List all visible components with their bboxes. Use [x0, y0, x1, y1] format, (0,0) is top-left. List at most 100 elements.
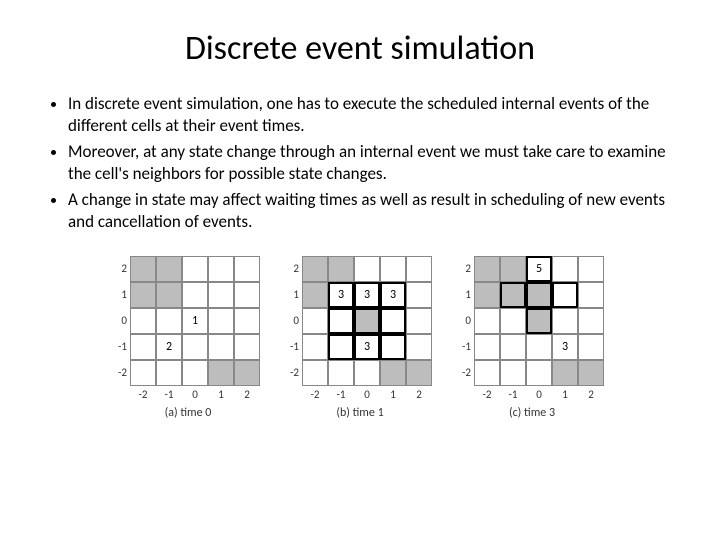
x-axis-label: -1 [328, 386, 354, 400]
grid-cell [526, 282, 552, 308]
grid-cell [234, 308, 260, 334]
grid-cell [328, 360, 354, 386]
grid-cell [208, 256, 234, 282]
grid-cell [380, 308, 406, 334]
grid-cell: 3 [552, 334, 578, 360]
grid-cell [552, 282, 578, 308]
grid-cell [234, 282, 260, 308]
x-axis-label: 0 [526, 386, 552, 400]
grid-cell [474, 334, 500, 360]
grid-cell: 2 [156, 334, 182, 360]
grid-cell [354, 256, 380, 282]
grid-cell [130, 308, 156, 334]
grid-cell [328, 334, 354, 360]
grid-cell [156, 256, 182, 282]
y-axis-label: -1 [288, 334, 302, 360]
grid-cell [208, 282, 234, 308]
grid-cell [474, 256, 500, 282]
grid-cell [302, 334, 328, 360]
grid-cell [406, 360, 432, 386]
grid-cell [578, 282, 604, 308]
grid-cell [328, 256, 354, 282]
grid: 213330-13-2-2-1012 [288, 256, 432, 400]
y-axis-label: 1 [116, 282, 130, 308]
grid-cell: 5 [526, 256, 552, 282]
grid-cell: 3 [354, 334, 380, 360]
grid-cell [130, 282, 156, 308]
grid-cell [182, 334, 208, 360]
panel-caption: (c) time 3 [509, 406, 555, 420]
x-axis-label: 1 [552, 386, 578, 400]
panel-caption: (a) time 0 [165, 406, 212, 420]
bullet-item: In discrete event simulation, one has to… [68, 93, 680, 137]
grid-cell [208, 334, 234, 360]
grid-cell [474, 360, 500, 386]
grid-cell [578, 256, 604, 282]
y-axis-label: -2 [116, 360, 130, 386]
grid-cell [526, 308, 552, 334]
x-axis-label: 1 [208, 386, 234, 400]
grid-cell [130, 256, 156, 282]
grid-cell [578, 308, 604, 334]
grid-cell [500, 256, 526, 282]
grid-cell: 3 [380, 282, 406, 308]
slide-title: Discrete event simulation [40, 28, 680, 69]
grid-cell [500, 308, 526, 334]
grid-cell [156, 308, 182, 334]
grid-cell [474, 308, 500, 334]
grid-cell [130, 334, 156, 360]
grid-cell [500, 282, 526, 308]
grid-cell [182, 360, 208, 386]
x-axis-label: -2 [130, 386, 156, 400]
y-axis-label: 0 [460, 308, 474, 334]
grid-cell [302, 308, 328, 334]
y-axis-label: 0 [116, 308, 130, 334]
grid-cell [234, 360, 260, 386]
grid-cell [208, 360, 234, 386]
grid-cell [156, 282, 182, 308]
grid-cell [354, 308, 380, 334]
y-axis-label: 2 [116, 256, 130, 282]
grid: 2510-13-2-2-1012 [460, 256, 604, 400]
grid-cell [302, 360, 328, 386]
grid-cell [578, 334, 604, 360]
grid-cell [380, 360, 406, 386]
x-axis-label: -1 [156, 386, 182, 400]
grid-cell [302, 282, 328, 308]
grid-cell [578, 360, 604, 386]
x-axis-label: 2 [234, 386, 260, 400]
x-axis-label: -2 [302, 386, 328, 400]
figure-row: 2101-12-2-2-1012(a) time 0213330-13-2-2-… [40, 256, 680, 420]
y-axis-label: -1 [460, 334, 474, 360]
bullet-item: A change in state may affect waiting tim… [68, 189, 680, 233]
grid-cell [474, 282, 500, 308]
grid-cell [552, 308, 578, 334]
grid-cell [406, 308, 432, 334]
grid: 2101-12-2-2-1012 [116, 256, 260, 400]
grid-cell: 1 [182, 308, 208, 334]
grid-cell [234, 334, 260, 360]
grid-cell [380, 334, 406, 360]
x-axis-label: 2 [578, 386, 604, 400]
y-axis-label: -1 [116, 334, 130, 360]
grid-panel: 213330-13-2-2-1012(b) time 1 [288, 256, 432, 420]
grid-cell [406, 334, 432, 360]
bullet-item: Moreover, at any state change through an… [68, 141, 680, 185]
grid-cell [406, 282, 432, 308]
grid-cell [208, 308, 234, 334]
grid-cell [526, 334, 552, 360]
grid-cell [500, 334, 526, 360]
y-axis-label: 2 [288, 256, 302, 282]
grid-cell [552, 256, 578, 282]
grid-panel: 2510-13-2-2-1012(c) time 3 [460, 256, 604, 420]
grid-cell: 3 [328, 282, 354, 308]
grid-cell [526, 360, 552, 386]
grid-cell [500, 360, 526, 386]
y-axis-label: -2 [288, 360, 302, 386]
panel-caption: (b) time 1 [336, 406, 383, 420]
grid-cell [156, 360, 182, 386]
x-axis-label: 1 [380, 386, 406, 400]
grid-cell [406, 256, 432, 282]
grid-cell [380, 256, 406, 282]
grid-cell [328, 308, 354, 334]
